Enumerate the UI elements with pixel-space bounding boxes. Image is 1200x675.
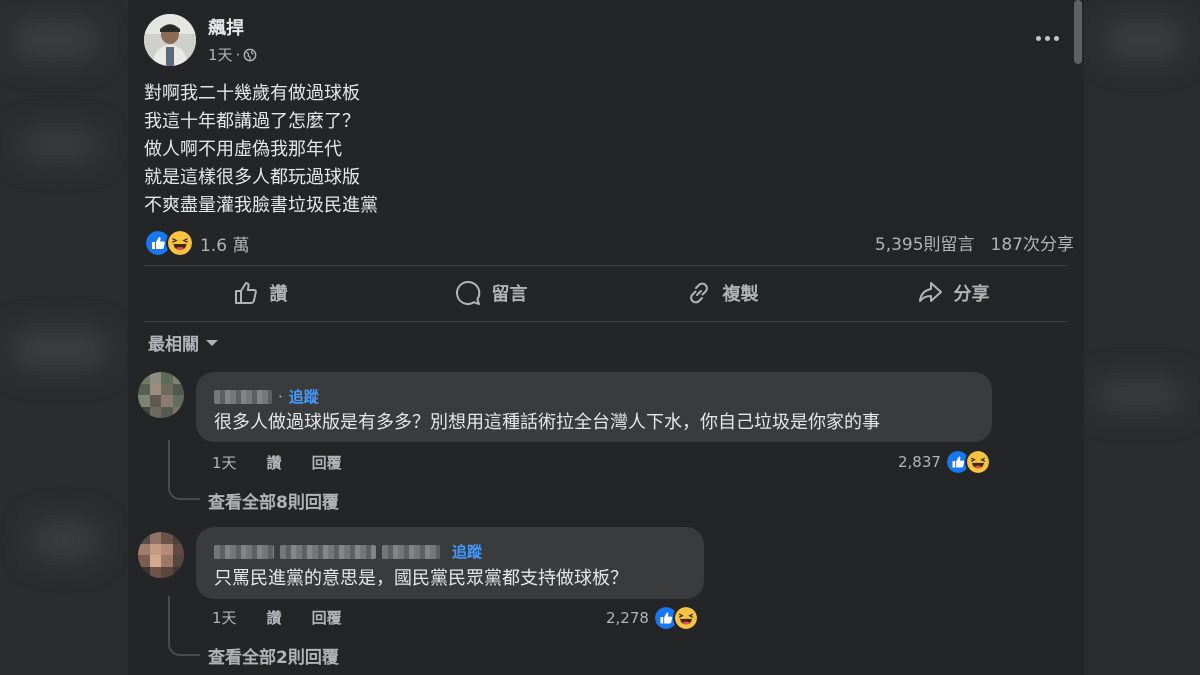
post-reactions[interactable]: 1.6 萬 <box>144 229 249 257</box>
post-line: 對啊我二十幾歲有做過球板 <box>144 83 360 104</box>
view-replies-link[interactable]: 查看全部8則回覆 <box>208 488 339 513</box>
author-name[interactable]: 飆捍 <box>208 14 244 40</box>
commenter-avatar-blurred[interactable] <box>138 372 184 418</box>
comment-count[interactable]: 5,395則留言 <box>875 230 975 255</box>
more-icon <box>1035 35 1041 41</box>
comment-sort-dropdown[interactable]: 最相關 <box>148 330 219 355</box>
name-separator: · <box>278 387 283 406</box>
comment-reactions[interactable]: 2,278 <box>606 605 699 631</box>
copy-button[interactable]: 複製 <box>606 270 837 316</box>
scrollbar[interactable] <box>1074 0 1082 64</box>
comment-label: 留言 <box>491 284 528 305</box>
comment-bubble-icon <box>455 280 480 305</box>
commenter-name[interactable]: 追蹤 <box>214 541 482 562</box>
comment-meta: 1天 讚 回覆 <box>212 452 342 473</box>
post-text: 對啊我二十幾歲有做過球板 我這十年都講過了怎麼了？ 做人啊不用虛偽我那年代 就是… <box>144 80 378 220</box>
divider <box>144 321 1068 322</box>
comment-reply-button[interactable]: 回覆 <box>312 452 342 473</box>
post-line: 不爽盡量灌我臉書垃圾民進黨 <box>144 195 378 216</box>
comment-reply-button[interactable]: 回覆 <box>312 607 342 628</box>
follow-link[interactable]: 追蹤 <box>452 541 482 562</box>
blurred-username <box>280 544 376 559</box>
share-count[interactable]: 187次分享 <box>991 230 1074 255</box>
comment-reaction-count: 2,837 <box>898 453 941 471</box>
comment-time[interactable]: 1天 <box>212 607 237 628</box>
comment-text: 只罵民進黨的意思是，國民黨民眾黨都支持做球板？ <box>214 568 628 589</box>
haha-icon <box>166 229 194 257</box>
caret-down-icon <box>206 339 218 346</box>
blurred-background-right <box>1084 0 1200 675</box>
more-options-button[interactable] <box>1030 26 1064 50</box>
like-button[interactable]: 讚 <box>144 270 375 316</box>
sort-label: 最相關 <box>148 335 199 355</box>
post-timestamp: 1天 · <box>208 44 257 65</box>
blurred-username <box>214 389 272 404</box>
view-replies-link[interactable]: 查看全部2則回覆 <box>208 643 339 668</box>
post-line: 就是這樣很多人都玩過球版 <box>144 167 360 188</box>
copy-label: 複製 <box>722 284 759 305</box>
post-action-bar: 讚 留言 複製 分享 <box>144 270 1068 316</box>
comment-meta: 1天 讚 回覆 <box>212 607 342 628</box>
comment-reaction-count: 2,278 <box>606 609 649 627</box>
comment-reactions[interactable]: 2,837 <box>898 449 991 475</box>
post-stats: 5,395則留言 187次分享 <box>875 230 1074 255</box>
post-card: 飆捍 1天 · 對啊我二十幾歲有做過球板 我這十年都講過了怎麼了？ 做人啊不用虛… <box>128 0 1084 675</box>
post-time[interactable]: 1天 <box>208 44 233 65</box>
post-line: 我這十年都講過了怎麼了？ <box>144 111 360 132</box>
share-label: 分享 <box>953 284 990 305</box>
reply-thread-line <box>168 596 200 656</box>
share-arrow-icon <box>918 282 942 302</box>
comment-like-button[interactable]: 讚 <box>267 452 282 473</box>
commenter-avatar-blurred[interactable] <box>138 532 184 578</box>
like-label: 讚 <box>269 284 288 305</box>
blurred-username <box>214 544 274 559</box>
reply-thread-line <box>168 440 200 500</box>
blurred-username <box>382 544 440 559</box>
blurred-background-left <box>0 0 128 675</box>
author-avatar[interactable] <box>144 14 196 66</box>
globe-icon <box>243 48 257 61</box>
comment-time[interactable]: 1天 <box>212 452 237 473</box>
follow-link[interactable]: 追蹤 <box>289 386 319 407</box>
meta-separator: · <box>235 45 241 64</box>
commenter-name[interactable]: · 追蹤 <box>214 386 319 407</box>
comment-button[interactable]: 留言 <box>375 270 606 316</box>
haha-icon <box>672 605 699 631</box>
post-line: 做人啊不用虛偽我那年代 <box>144 139 342 160</box>
divider <box>144 265 1068 266</box>
share-button[interactable]: 分享 <box>837 270 1068 316</box>
reaction-count: 1.6 萬 <box>200 235 250 256</box>
comment-text: 很多人做過球版是有多多？別想用這種話術拉全台灣人下水，你自己垃圾是你家的事 <box>214 412 880 433</box>
comment-like-button[interactable]: 讚 <box>267 607 282 628</box>
haha-icon <box>964 449 991 475</box>
link-icon <box>689 282 708 304</box>
thumbs-up-icon <box>234 282 257 304</box>
